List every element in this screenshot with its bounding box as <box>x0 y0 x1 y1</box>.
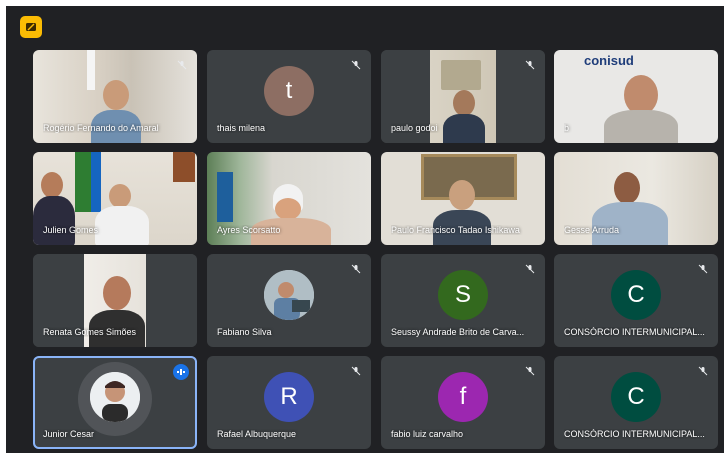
participant-tile-rogerio[interactable]: Rogério Fernando do Amaral <box>33 50 197 143</box>
participant-name: fabio luiz carvalho <box>391 429 464 439</box>
meet-window: Rogério Fernando do Amaral t thais milen… <box>6 6 724 453</box>
participant-avatar: R <box>264 371 314 422</box>
mic-off-icon <box>349 58 363 72</box>
participant-name: Fabiano Silva <box>217 327 272 337</box>
mic-off-icon <box>175 58 189 72</box>
participant-name: CONSÓRCIO INTERMUNICIPAL... <box>564 429 705 439</box>
mic-off-icon <box>523 262 537 276</box>
participant-tile-paulo-ishikawa[interactable]: Paulo Francisco Tadao Ishikawa <box>381 152 545 245</box>
participant-tile-junior[interactable]: Junior Cesar <box>33 356 197 449</box>
participant-name: Rogério Fernando do Amaral <box>43 123 159 133</box>
mic-off-icon <box>523 364 537 378</box>
participant-tile-julien[interactable]: Julien Gomes <box>33 152 197 245</box>
participant-name: b <box>564 123 570 133</box>
participant-name: CONSÓRCIO INTERMUNICIPAL... <box>564 327 705 337</box>
participant-name: paulo godoi <box>391 123 438 133</box>
participant-name: Junior Cesar <box>43 429 95 439</box>
conisud-logo: conisud <box>584 53 634 68</box>
participant-avatar: f <box>438 371 488 422</box>
participant-tile-ayres[interactable]: Ayres Scorsatto <box>207 152 371 245</box>
participant-tile-seussy[interactable]: S Seussy Andrade Brito de Carva... <box>381 254 545 347</box>
participant-name: Rafael Albuquerque <box>217 429 297 439</box>
participant-name: thais milena <box>217 123 266 133</box>
participant-avatar <box>90 371 140 422</box>
participant-name: Renata Gomes Simões <box>43 327 137 337</box>
participant-tile-thais[interactable]: t thais milena <box>207 50 371 143</box>
speaking-indicator-icon <box>173 364 189 380</box>
participant-avatar: S <box>438 269 488 320</box>
participant-tile-gesse[interactable]: Gesse Arruda <box>554 152 718 245</box>
participant-tile-consorcio-2[interactable]: C CONSÓRCIO INTERMUNICIPAL... <box>554 356 718 449</box>
participant-tile-fabiano[interactable]: Fabiano Silva <box>207 254 371 347</box>
mic-off-icon <box>696 262 710 276</box>
participant-tile-rafael[interactable]: R Rafael Albuquerque <box>207 356 371 449</box>
mic-off-icon <box>349 262 363 276</box>
participant-tile-consorcio-1[interactable]: C CONSÓRCIO INTERMUNICIPAL... <box>554 254 718 347</box>
mic-off-icon <box>696 364 710 378</box>
participant-avatar: C <box>611 371 661 422</box>
participant-avatar: t <box>264 65 314 116</box>
meet-app-icon[interactable] <box>20 16 42 38</box>
participant-name: Paulo Francisco Tadao Ishikawa <box>391 225 520 235</box>
participant-name: Julien Gomes <box>43 225 99 235</box>
participant-avatar <box>264 269 314 320</box>
participant-name: Ayres Scorsatto <box>217 225 281 235</box>
participant-avatar: C <box>611 269 661 320</box>
mic-off-icon <box>349 364 363 378</box>
participant-tile-fabio[interactable]: f fabio luiz carvalho <box>381 356 545 449</box>
participant-tile-renata[interactable]: Renata Gomes Simões <box>33 254 197 347</box>
mic-off-icon <box>523 58 537 72</box>
participant-tile-paulo-godoi[interactable]: paulo godoi <box>381 50 545 143</box>
participant-tile-b[interactable]: conisud b <box>554 50 718 143</box>
participant-name: Seussy Andrade Brito de Carva... <box>391 327 525 337</box>
participant-name: Gesse Arruda <box>564 225 620 235</box>
